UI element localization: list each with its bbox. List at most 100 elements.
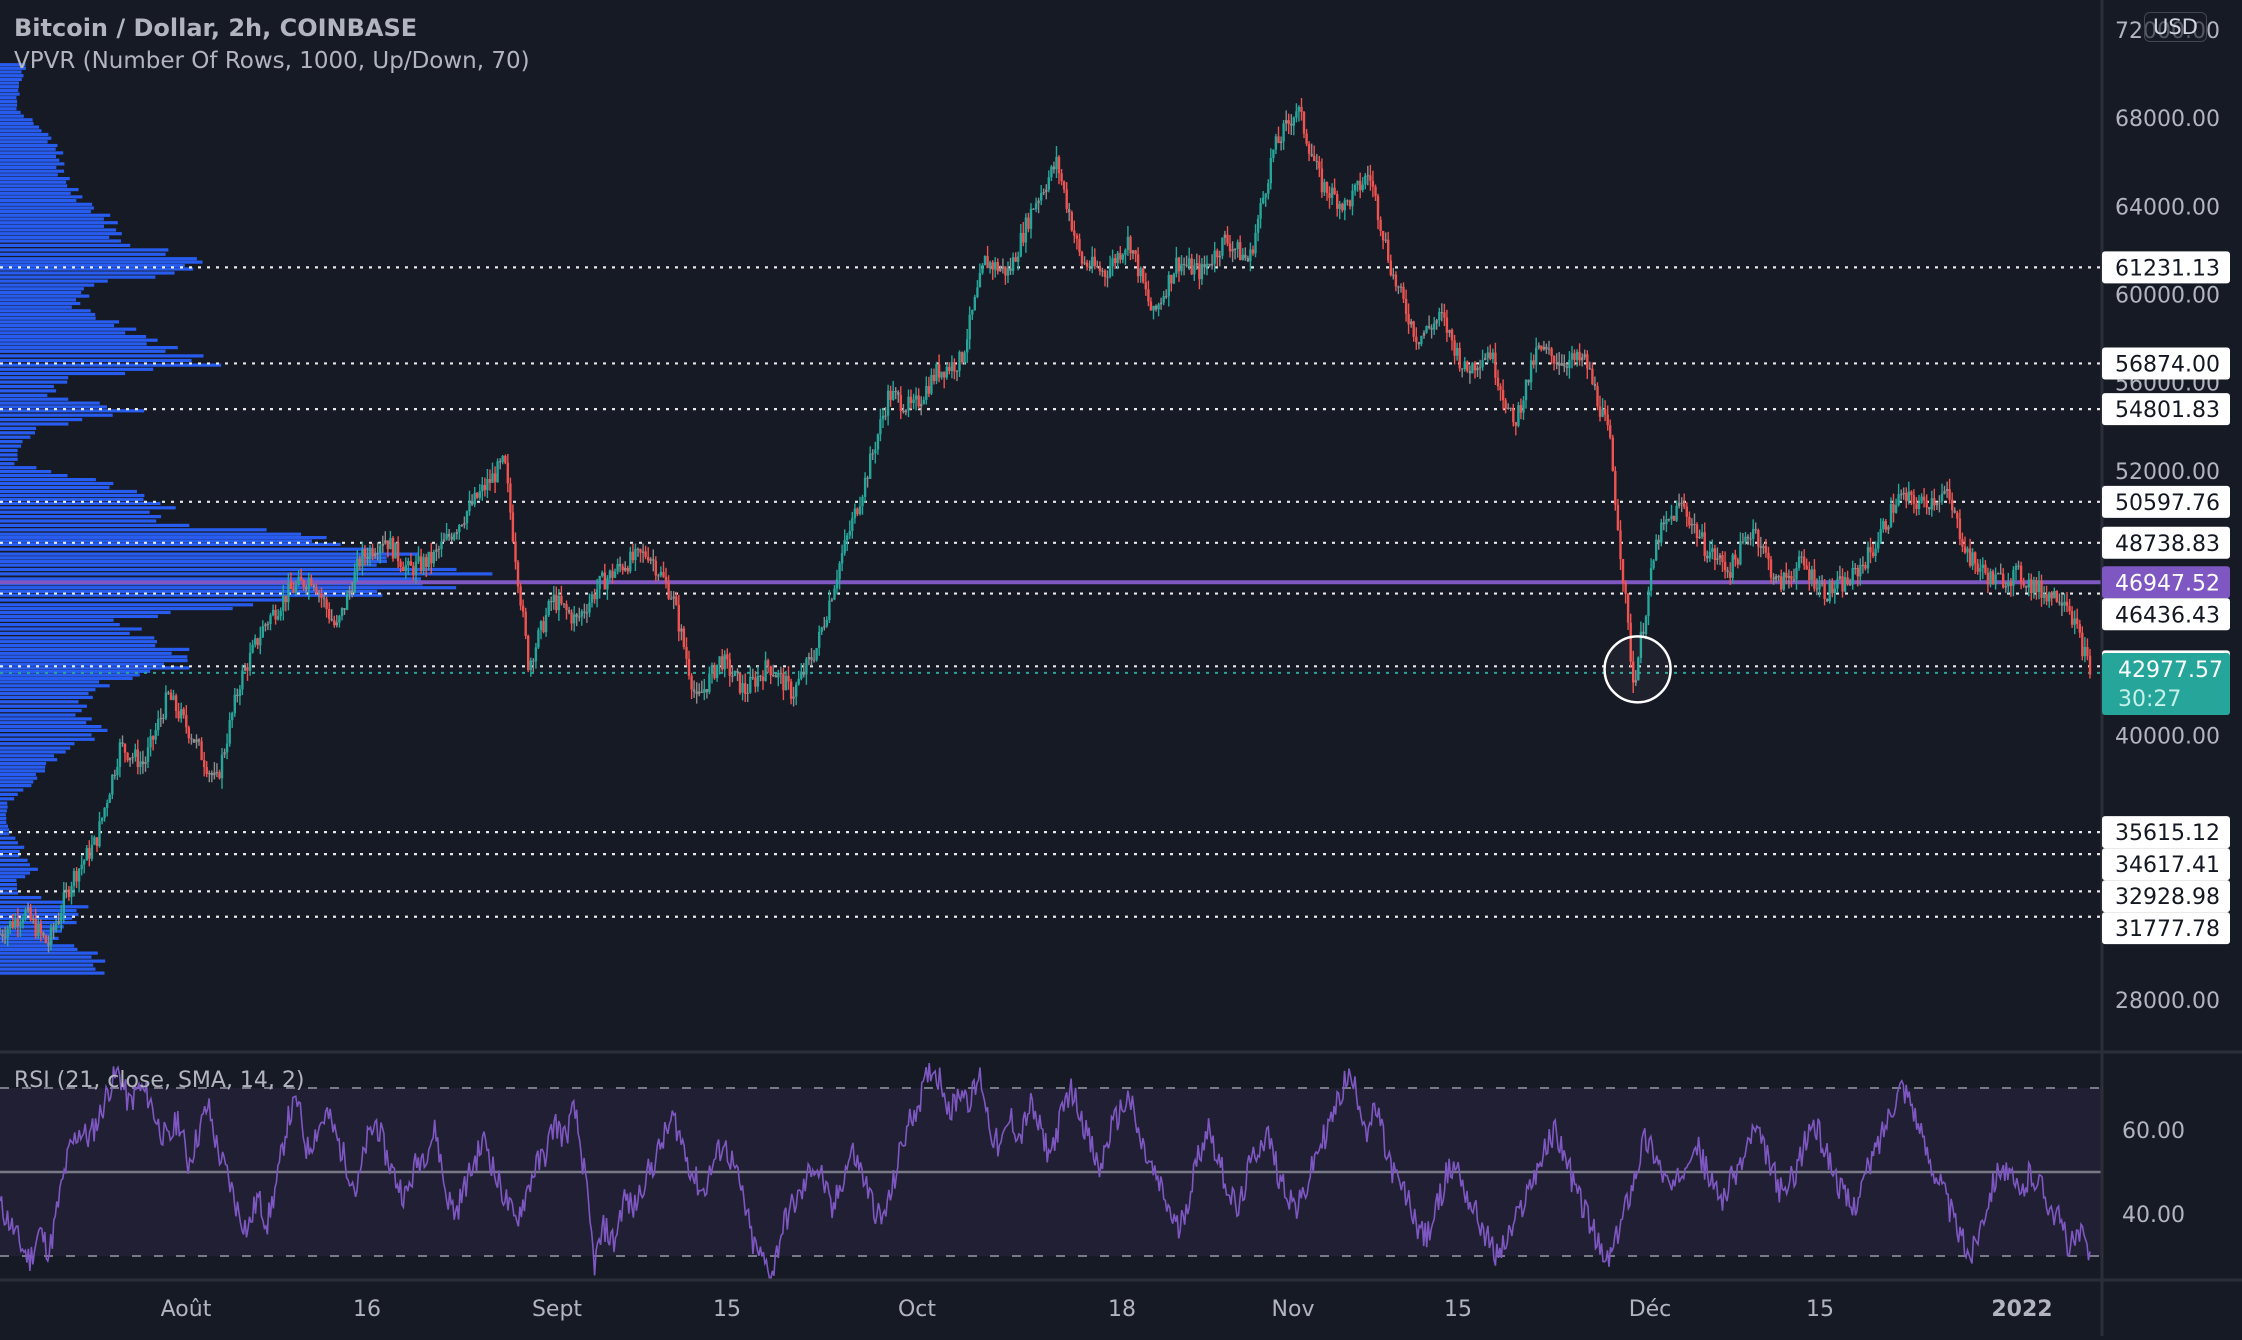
candle-body bbox=[935, 364, 938, 381]
volume-profile-row bbox=[0, 610, 171, 615]
candle-body bbox=[1070, 212, 1073, 231]
volume-profile-row bbox=[0, 147, 56, 151]
candle-body bbox=[578, 616, 581, 618]
volume-profile-row bbox=[0, 195, 83, 199]
candle-body bbox=[419, 556, 423, 571]
candle-body bbox=[968, 314, 971, 340]
candle-body bbox=[657, 575, 660, 577]
candle-body bbox=[1910, 491, 1913, 496]
candle-body bbox=[1073, 230, 1076, 236]
candle-body bbox=[1384, 239, 1387, 241]
candle-body bbox=[562, 603, 566, 605]
volume-profile-row bbox=[0, 704, 87, 708]
volume-profile-row bbox=[0, 129, 42, 133]
candle-body bbox=[2053, 590, 2056, 599]
candle-body bbox=[1190, 258, 1193, 275]
candle-body bbox=[1882, 521, 1885, 530]
volume-profile-row bbox=[0, 323, 115, 328]
candle-body bbox=[677, 604, 680, 632]
candle-body bbox=[1052, 166, 1056, 170]
candle-body bbox=[1318, 161, 1321, 169]
candle-body bbox=[1588, 368, 1591, 370]
candle-body bbox=[636, 548, 640, 550]
candle-body bbox=[1065, 189, 1068, 210]
volume-profile-row bbox=[0, 627, 142, 631]
candle-body bbox=[192, 739, 196, 743]
candle-body bbox=[2037, 580, 2041, 592]
candle-body bbox=[154, 730, 157, 740]
candle-body bbox=[960, 352, 964, 363]
candle-body bbox=[1866, 547, 1870, 569]
candle-body bbox=[1014, 257, 1017, 262]
candle-body bbox=[1175, 257, 1178, 274]
candle-body bbox=[1672, 515, 1676, 521]
candle-body bbox=[1323, 182, 1326, 193]
volume-profile-row bbox=[0, 346, 178, 350]
candle-body bbox=[927, 386, 931, 394]
candle-body bbox=[812, 659, 816, 661]
chart-canvas[interactable]: 72000.0068000.0064000.0060000.0056000.00… bbox=[0, 0, 2242, 1336]
candle-body bbox=[1412, 321, 1415, 337]
volume-profile-row bbox=[0, 287, 84, 291]
candle-body bbox=[1800, 556, 1803, 558]
volume-profile-row bbox=[0, 202, 93, 206]
candle-body bbox=[687, 658, 691, 676]
volume-profile-row bbox=[0, 497, 144, 502]
candle-body bbox=[1626, 593, 1630, 623]
candle-body bbox=[713, 665, 716, 679]
candle-body bbox=[692, 689, 696, 692]
candle-body bbox=[1718, 555, 1722, 559]
time-axis-tick: 16 bbox=[353, 1297, 381, 1322]
candle-body bbox=[1203, 264, 1206, 268]
candle-body bbox=[782, 673, 785, 691]
candle-body bbox=[1348, 200, 1352, 207]
candle-body bbox=[1399, 286, 1403, 288]
candle-body bbox=[2083, 646, 2087, 657]
candle-body bbox=[353, 571, 356, 593]
volume-profile-row bbox=[0, 563, 377, 567]
candle-body bbox=[1433, 323, 1436, 330]
volume-profile-row bbox=[0, 896, 42, 900]
candle-body bbox=[1111, 258, 1114, 267]
currency-button[interactable]: USD bbox=[2144, 12, 2207, 42]
candle-body bbox=[886, 390, 890, 416]
candle-body bbox=[1971, 552, 1974, 566]
candle-body bbox=[1680, 502, 1683, 504]
candle-body bbox=[1951, 499, 1954, 511]
chart-stage[interactable]: 72000.0068000.0064000.0060000.0056000.00… bbox=[0, 0, 2242, 1336]
volume-profile-row bbox=[0, 713, 76, 717]
rsi-indicator-label[interactable]: RSI (21, close, SMA, 14, 2) bbox=[14, 1068, 305, 1093]
candle-body bbox=[1968, 548, 1972, 566]
candle-body bbox=[1524, 379, 1528, 401]
candle-body bbox=[144, 762, 147, 764]
candle-body bbox=[1974, 552, 1977, 564]
candle-body bbox=[146, 747, 150, 762]
time-axis-tick: 15 bbox=[713, 1297, 741, 1322]
candle-body bbox=[231, 713, 234, 721]
candle-body bbox=[29, 907, 32, 920]
candle-body bbox=[728, 659, 731, 676]
candle-body bbox=[897, 392, 900, 395]
candle-body bbox=[1514, 422, 1517, 426]
candle-body bbox=[529, 660, 532, 671]
candle-body bbox=[695, 691, 698, 694]
candle-body bbox=[128, 757, 132, 761]
candle-body bbox=[333, 620, 336, 626]
volume-profile-row bbox=[0, 813, 6, 817]
candle-body bbox=[6, 928, 9, 938]
candle-body bbox=[557, 596, 561, 611]
candle-body bbox=[866, 477, 869, 479]
volume-profile-row bbox=[0, 413, 113, 417]
candle-body bbox=[121, 742, 124, 744]
candle-body bbox=[1558, 362, 1561, 366]
candle-body bbox=[631, 551, 635, 561]
candle-body bbox=[1407, 314, 1410, 325]
chart-title[interactable]: Bitcoin / Dollar, 2h, COINBASE bbox=[14, 14, 417, 42]
candle-body bbox=[358, 558, 361, 566]
candle-body bbox=[307, 578, 310, 590]
candle-body bbox=[991, 262, 994, 270]
candle-body bbox=[1507, 407, 1510, 409]
vpvr-indicator-label[interactable]: VPVR (Number Of Rows, 1000, Up/Down, 70) bbox=[14, 48, 530, 74]
candle-body bbox=[1249, 249, 1252, 262]
candle-body bbox=[1935, 502, 1939, 506]
